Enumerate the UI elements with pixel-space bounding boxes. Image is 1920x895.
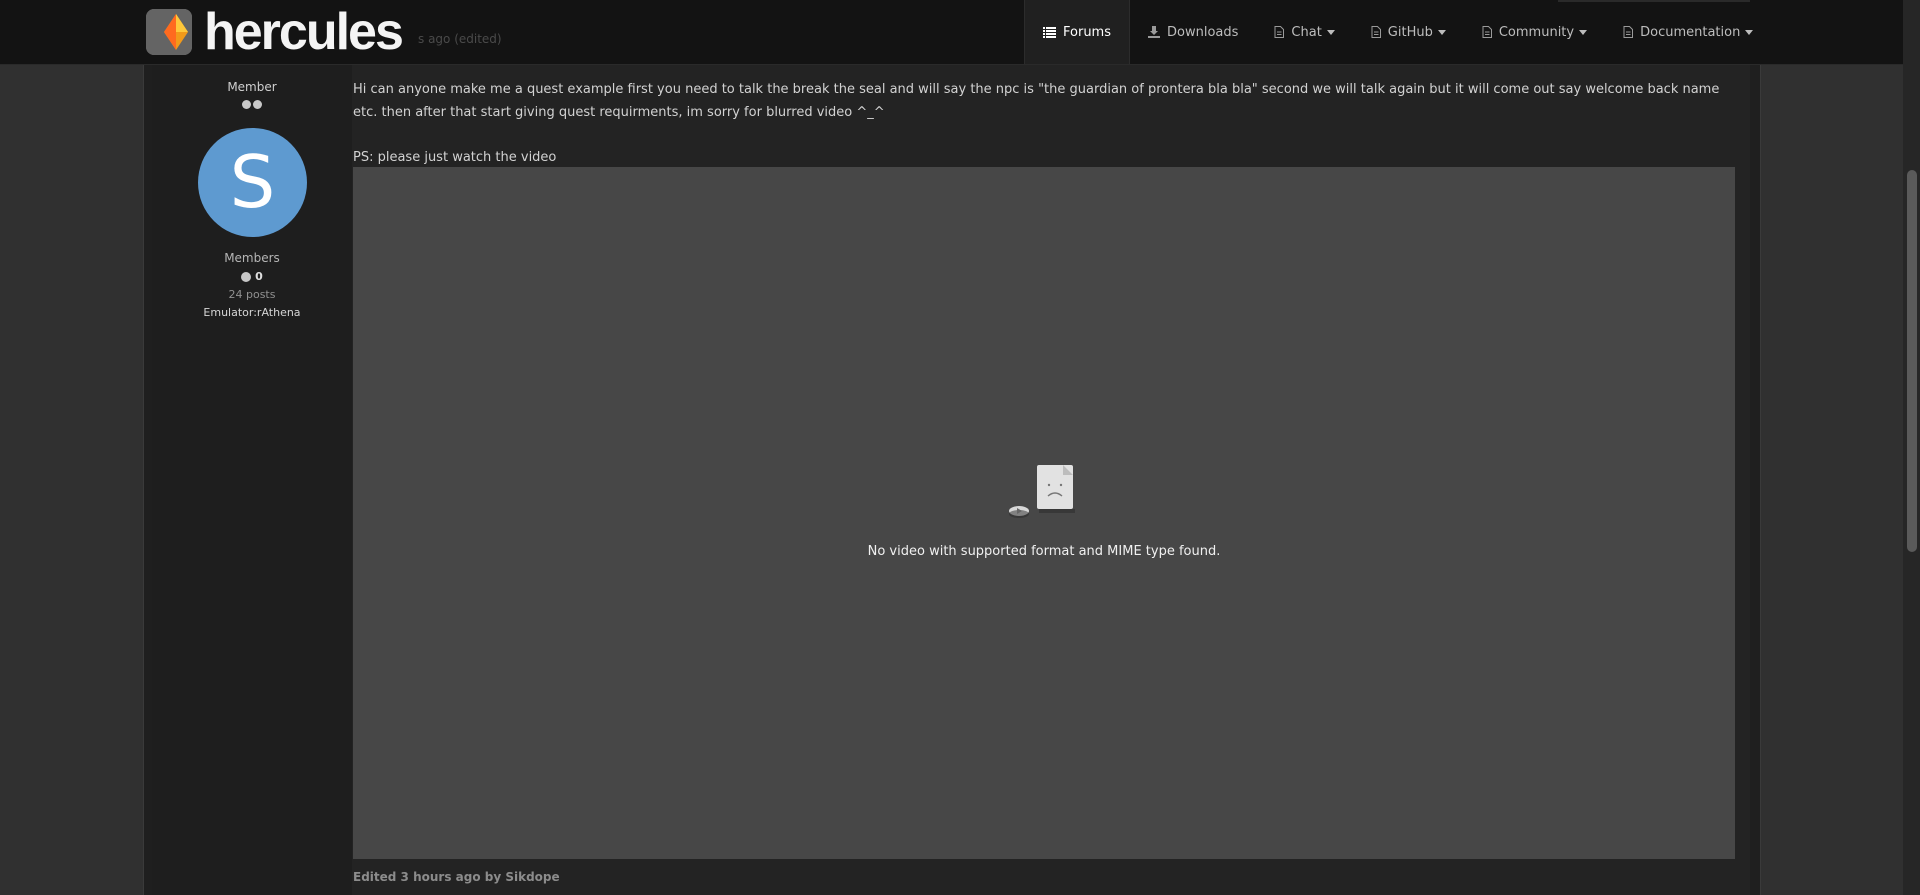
video-player[interactable]: No video with supported format and MIME … — [353, 167, 1735, 859]
nav-chat[interactable]: Chat — [1256, 0, 1352, 64]
nav-forums[interactable]: Forums — [1024, 0, 1130, 64]
scrollbar-thumb[interactable] — [1907, 170, 1917, 552]
site-header: hercules s ago (edited) Forums Downloads — [0, 0, 1920, 65]
post-body-text: Hi can anyone make me a quest example fi… — [353, 82, 1720, 120]
post-ps-text: PS: please just watch the video — [353, 150, 557, 165]
post-timestamp: s ago (edited) — [418, 32, 502, 46]
page-icon — [1274, 26, 1285, 38]
rank-pip — [253, 100, 262, 109]
edited-note: Edited 3 hours ago by Sikdope — [353, 870, 560, 884]
post-count: 24 posts — [228, 288, 276, 301]
emulator-field: Emulator:rAthena — [203, 306, 301, 319]
broken-media-icon — [1009, 465, 1075, 518]
caret-down-icon — [1745, 29, 1754, 35]
nav-label: Community — [1498, 24, 1575, 40]
site-logo[interactable]: hercules — [146, 3, 404, 61]
caret-down-icon — [1437, 29, 1446, 35]
post-content: Hi can anyone make me a quest example fi… — [353, 64, 1735, 169]
page-icon — [1371, 26, 1381, 38]
rank-pips — [152, 100, 352, 109]
site-brand-name: hercules — [204, 3, 404, 61]
video-error-message: No video with supported format and MIME … — [867, 544, 1221, 559]
reputation-badge: 0 — [152, 270, 352, 283]
nav-label: Chat — [1291, 24, 1322, 40]
caret-down-icon — [1326, 29, 1335, 35]
nav-label: Forums — [1063, 24, 1111, 40]
rank-title: Member — [227, 80, 277, 94]
reputation-count: 0 — [255, 270, 263, 283]
page-scrollbar[interactable] — [1903, 0, 1920, 895]
nav-label: GitHub — [1387, 24, 1433, 40]
nav-github[interactable]: GitHub — [1353, 0, 1464, 64]
reputation-dot-icon — [241, 271, 252, 282]
nav-label: Documentation — [1640, 24, 1741, 40]
rank-pip — [242, 100, 251, 109]
download-icon — [1148, 26, 1160, 38]
hercules-logo-icon — [146, 9, 192, 55]
main-nav: Forums Downloads Chat GitHub Community D… — [1024, 0, 1771, 64]
nav-downloads[interactable]: Downloads — [1130, 0, 1256, 64]
caret-down-icon — [1579, 29, 1588, 35]
author-panel: Member S Members 0 24 posts Emulator:rAt… — [152, 64, 352, 895]
nav-community[interactable]: Community — [1464, 0, 1605, 64]
page-icon — [1482, 26, 1492, 38]
member-group: Members — [224, 251, 280, 265]
nav-label: Downloads — [1167, 24, 1239, 40]
nav-documentation[interactable]: Documentation — [1605, 0, 1771, 64]
avatar[interactable]: S — [198, 128, 307, 237]
page-icon — [1623, 26, 1634, 38]
list-icon — [1043, 26, 1056, 38]
